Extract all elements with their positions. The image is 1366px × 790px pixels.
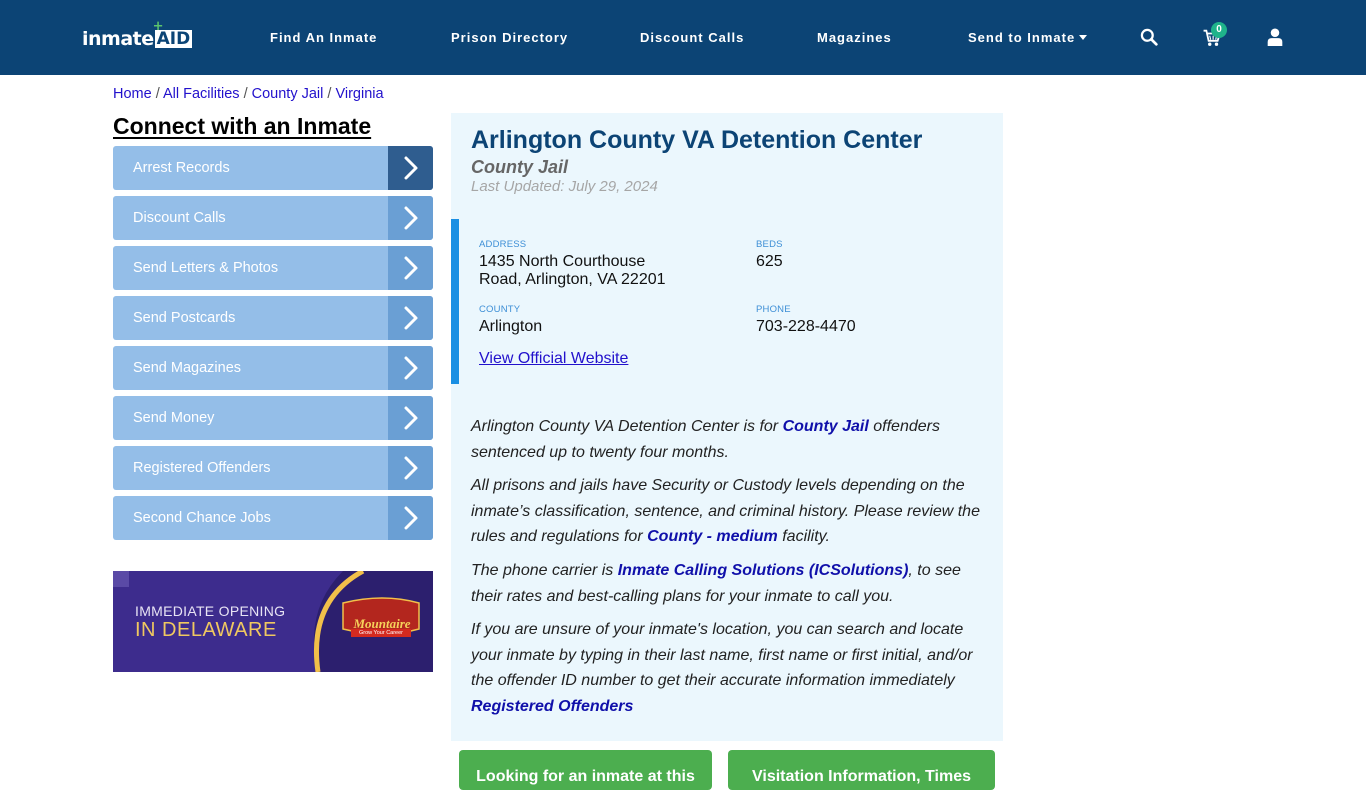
sidebar-item-label: Send Magazines (133, 360, 242, 376)
chevron-right-icon (388, 446, 433, 490)
official-website-link[interactable]: View Official Website (479, 350, 628, 368)
county-label: COUNTY (479, 304, 521, 315)
sidebar-item-label: Arrest Records (133, 160, 230, 176)
description-paragraph: The phone carrier is Inmate Calling Solu… (471, 558, 991, 609)
nav-find-an-inmate[interactable]: Find An Inmate (270, 30, 377, 46)
ad-banner[interactable]: IMMEDIATE OPENING IN DELAWARE Mountaire … (113, 571, 433, 672)
ad-headline-1: IMMEDIATE OPENING (135, 603, 286, 619)
phone-label: PHONE (756, 304, 791, 315)
nav-magazines[interactable]: Magazines (817, 30, 892, 46)
breadcrumb-separator: / (327, 86, 332, 102)
beds-value: 625 (756, 253, 783, 270)
sidebar-item-arrest-records[interactable]: Arrest Records (113, 146, 433, 190)
breadcrumb-virginia[interactable]: Virginia (335, 86, 383, 102)
sidebar-menu: Arrest Records Discount Calls Send Lette… (113, 146, 433, 546)
logo-plus-icon: + (152, 19, 164, 34)
sidebar-item-label: Registered Offenders (133, 460, 271, 476)
breadcrumb: Home / All Facilities / County Jail / Vi… (113, 86, 384, 102)
description-text: facility. (777, 528, 830, 545)
description-text: Arlington County VA Detention Center is … (471, 418, 783, 435)
breadcrumb-county-jail[interactable]: County Jail (252, 86, 324, 102)
sidebar-item-label: Send Postcards (133, 310, 236, 326)
chevron-right-icon (388, 146, 433, 190)
nav-send-to-inmate[interactable]: Send to Inmate (968, 30, 1088, 46)
search-icon[interactable] (1140, 28, 1158, 46)
county-value: Arlington (479, 318, 543, 335)
chevron-right-icon (388, 296, 433, 340)
breadcrumb-home[interactable]: Home (113, 86, 152, 102)
sidebar-item-registered-offenders[interactable]: Registered Offenders (113, 446, 433, 490)
sidebar-item-second-chance-jobs[interactable]: Second Chance Jobs (113, 496, 433, 540)
description-paragraph: All prisons and jails have Security or C… (471, 473, 991, 550)
logo-text-aid: + AID (153, 20, 193, 48)
chevron-right-icon (388, 496, 433, 540)
sidebar-item-label: Second Chance Jobs (133, 510, 271, 526)
facility-type: County Jail (471, 157, 569, 177)
sidebar-title: Connect with an Inmate (113, 113, 372, 139)
sidebar-item-discount-calls[interactable]: Discount Calls (113, 196, 433, 240)
sidebar-item-label: Discount Calls (133, 210, 226, 226)
breadcrumb-all-facilities[interactable]: All Facilities (163, 86, 240, 102)
sidebar-item-send-money[interactable]: Send Money (113, 396, 433, 440)
description-text: The phone carrier is (471, 562, 618, 579)
nav-discount-calls[interactable]: Discount Calls (640, 30, 744, 46)
chevron-right-icon (388, 196, 433, 240)
last-updated: Last Updated: July 29, 2024 (471, 178, 658, 195)
breadcrumb-separator: / (155, 86, 160, 102)
sidebar-item-send-letters-photos[interactable]: Send Letters & Photos (113, 246, 433, 290)
chevron-right-icon (388, 346, 433, 390)
beds-label: BEDS (756, 239, 783, 250)
ad-headline-2: IN DELAWARE (135, 619, 277, 641)
phone-carrier-link[interactable]: Inmate Calling Solutions (ICSolutions) (618, 562, 909, 579)
find-inmate-at-facility-button[interactable]: Looking for an inmate at this (459, 750, 712, 790)
description-paragraph: If you are unsure of your inmate's locat… (471, 617, 991, 719)
breadcrumb-separator: / (243, 86, 248, 102)
visitation-information-button[interactable]: Visitation Information, Times (728, 750, 995, 790)
facility-name: Arlington County VA Detention Center (471, 126, 923, 154)
logo-text-inmate: inmate (82, 28, 154, 50)
ad-brand-tagline: Grow Your Career (358, 630, 404, 636)
sidebar-item-send-magazines[interactable]: Send Magazines (113, 346, 433, 390)
address-line-1: 1435 North Courthouse (479, 253, 646, 270)
sidebar-item-send-postcards[interactable]: Send Postcards (113, 296, 433, 340)
registered-offenders-link[interactable]: Registered Offenders (471, 698, 633, 715)
sidebar-item-label: Send Letters & Photos (133, 260, 279, 276)
top-navbar: inmate + AID Find An Inmate Prison Direc… (0, 0, 1366, 75)
phone-value: 703-228-4470 (756, 318, 856, 335)
site-logo[interactable]: inmate + AID (82, 20, 193, 50)
county-jail-link[interactable]: County Jail (783, 418, 869, 435)
cart-count-badge: 0 (1211, 22, 1227, 38)
chevron-right-icon (388, 246, 433, 290)
caret-down-icon (1079, 35, 1088, 40)
user-icon[interactable] (1266, 28, 1284, 46)
security-level-link[interactable]: County - medium (647, 528, 778, 545)
nav-send-to-inmate-label: Send to Inmate (968, 30, 1076, 45)
address-label: ADDRESS (479, 239, 527, 250)
nav-prison-directory[interactable]: Prison Directory (451, 30, 568, 46)
address-line-2: Road, Arlington, VA 22201 (479, 271, 666, 288)
chevron-right-icon (388, 396, 433, 440)
description-paragraph: Arlington County VA Detention Center is … (471, 414, 991, 465)
description-text: If you are unsure of your inmate's locat… (471, 621, 973, 689)
sidebar-item-label: Send Money (133, 410, 215, 426)
